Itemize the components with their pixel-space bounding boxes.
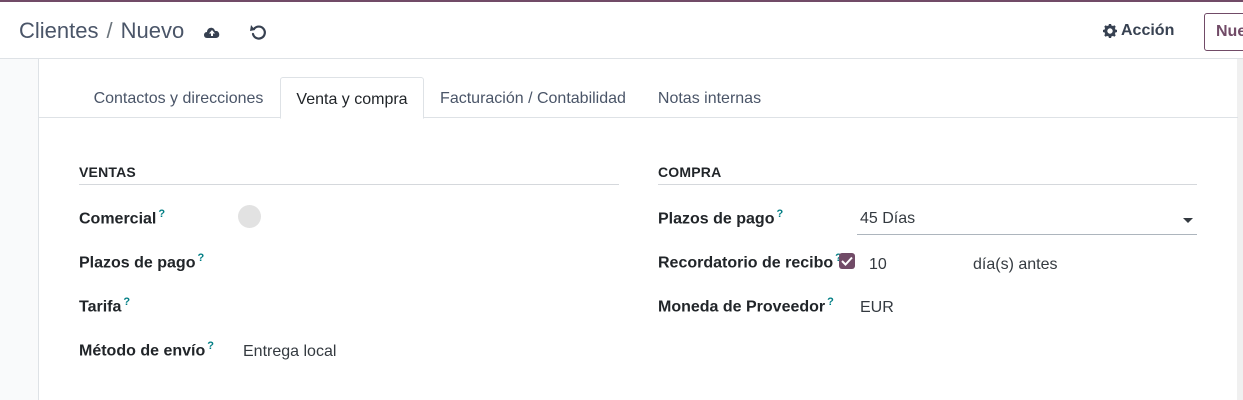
metodo-envio-label-text: Método de envío bbox=[79, 342, 206, 360]
plazos-pago-compra-label: Plazos de pago? bbox=[658, 208, 783, 228]
breadcrumb-parent-link[interactable]: Clientes bbox=[19, 18, 98, 44]
tarifa-label-text: Tarifa bbox=[79, 298, 122, 316]
caret-down-icon bbox=[1183, 218, 1193, 223]
tab-contactos-direcciones[interactable]: Contactos y direcciones bbox=[85, 77, 272, 118]
metodo-envio-label: Método de envío? bbox=[79, 340, 214, 360]
action-label: Acción bbox=[1121, 22, 1175, 39]
moneda-proveedor-field[interactable]: EUR bbox=[860, 299, 894, 317]
tarifa-label: Tarifa? bbox=[79, 296, 130, 316]
metodo-envio-field[interactable]: Entrega local bbox=[243, 343, 336, 361]
help-tooltip-icon[interactable]: ? bbox=[207, 340, 214, 352]
recordatorio-recibo-checkbox[interactable] bbox=[839, 253, 855, 269]
plazos-pago-ventas-label: Plazos de pago? bbox=[79, 252, 204, 272]
recordatorio-recibo-label-text: Recordatorio de recibo bbox=[658, 254, 834, 272]
control-panel: Clientes / Nuevo Acción Nue bbox=[0, 2, 1243, 59]
compra-group-title: COMPRA bbox=[658, 164, 1197, 185]
help-tooltip-icon[interactable]: ? bbox=[123, 296, 130, 308]
plazos-pago-compra-select[interactable]: 45 Días bbox=[857, 206, 1197, 235]
comercial-label-text: Comercial bbox=[79, 210, 157, 228]
help-tooltip-icon[interactable]: ? bbox=[197, 252, 204, 264]
tab-venta-compra[interactable]: Venta y compra bbox=[280, 77, 424, 119]
moneda-proveedor-label-text: Moneda de Proveedor bbox=[658, 298, 826, 316]
salesperson-avatar[interactable] bbox=[238, 205, 261, 228]
plazos-pago-compra-label-text: Plazos de pago bbox=[658, 210, 775, 228]
undo-icon bbox=[250, 25, 266, 40]
gear-icon bbox=[1103, 24, 1117, 38]
check-icon bbox=[841, 256, 853, 266]
help-tooltip-icon[interactable]: ? bbox=[776, 208, 783, 220]
breadcrumb: Clientes / Nuevo bbox=[19, 18, 184, 44]
plazos-pago-ventas-label-text: Plazos de pago bbox=[79, 254, 196, 272]
tab-notas-internas[interactable]: Notas internas bbox=[649, 77, 770, 118]
help-tooltip-icon[interactable]: ? bbox=[158, 208, 165, 220]
new-button[interactable]: Nue bbox=[1204, 13, 1243, 51]
form-sheet: Contactos y direcciones Venta y compra F… bbox=[38, 59, 1238, 400]
comercial-label: Comercial? bbox=[79, 208, 165, 228]
save-button[interactable] bbox=[200, 20, 224, 44]
action-menu-button[interactable]: Acción bbox=[1103, 22, 1174, 40]
breadcrumb-separator: / bbox=[106, 18, 113, 43]
ventas-group-title: VENTAS bbox=[79, 164, 619, 185]
cloud-upload-icon bbox=[204, 27, 220, 38]
recordatorio-days-suffix: día(s) antes bbox=[973, 256, 1058, 273]
recordatorio-recibo-label: Recordatorio de recibo? bbox=[658, 252, 842, 272]
notebook-tabs: Contactos y direcciones Venta y compra F… bbox=[39, 77, 1238, 119]
moneda-proveedor-label: Moneda de Proveedor? bbox=[658, 296, 834, 316]
discard-button[interactable] bbox=[246, 20, 270, 44]
recordatorio-days-input[interactable]: 10 bbox=[866, 256, 956, 274]
help-tooltip-icon[interactable]: ? bbox=[827, 296, 834, 308]
breadcrumb-current: Nuevo bbox=[120, 18, 185, 43]
tab-facturacion-contabilidad[interactable]: Facturación / Contabilidad bbox=[431, 77, 635, 118]
plazos-pago-compra-value: 45 Días bbox=[860, 210, 916, 227]
